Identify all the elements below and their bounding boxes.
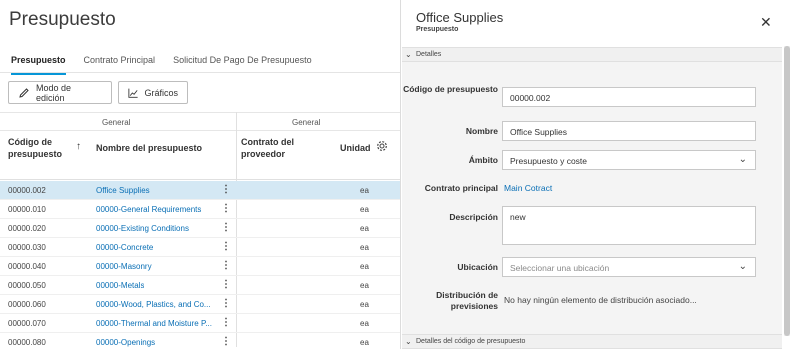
table-row[interactable]: 00000.002 Office Supplies ⋮ ea (0, 181, 400, 200)
budget-code-label: Código de presupuesto (403, 84, 498, 94)
panel-title: Office Supplies (416, 10, 504, 25)
chevron-down-icon: ⌄ (405, 50, 412, 59)
budget-name-link[interactable]: 00000-Concrete (96, 243, 153, 252)
unit-cell: ea (360, 243, 369, 252)
more-options-icon[interactable]: ⋮ (221, 241, 231, 252)
unit-cell: ea (360, 281, 369, 290)
table-row[interactable]: 00000.070 00000-Thermal and Moisture P...… (0, 314, 400, 333)
more-options-icon[interactable]: ⋮ (221, 317, 231, 328)
budget-code-cell: 00000.010 (8, 205, 46, 214)
main-contract-link[interactable]: Main Cotract (504, 183, 552, 193)
location-select[interactable]: Seleccionar una ubicación ⌄ (502, 257, 756, 277)
sort-ascending-icon[interactable]: ↑ (76, 141, 81, 152)
edit-mode-button[interactable]: Modo de edición (8, 81, 112, 104)
budget-name-link[interactable]: 00000-General Requirements (96, 205, 201, 214)
budget-name-link[interactable]: 00000-Existing Conditions (96, 224, 189, 233)
panel-subtitle: Presupuesto (416, 26, 459, 33)
line-chart-icon (128, 88, 138, 98)
group-label-general-right: General (292, 118, 321, 127)
more-options-icon[interactable]: ⋮ (221, 184, 231, 195)
charts-label: Gráficos (144, 87, 178, 98)
table-row[interactable]: 00000.030 00000-Concrete ⋮ ea (0, 238, 400, 257)
unit-cell: ea (360, 262, 369, 271)
header-budget-name[interactable]: Nombre del presupuesto (96, 142, 202, 154)
table-row[interactable]: 00000.060 00000-Wood, Plastics, and Co...… (0, 295, 400, 314)
table-row[interactable]: 00000.040 00000-Masonry ⋮ ea (0, 257, 400, 276)
budget-pane: Presupuesto Presupuesto Contrato Princip… (0, 0, 400, 349)
budget-code-field[interactable]: 00000.002 (502, 87, 756, 107)
more-options-icon[interactable]: ⋮ (221, 222, 231, 233)
pencil-icon (19, 87, 29, 98)
budget-name-link[interactable]: 00000-Masonry (96, 262, 152, 271)
section-code-details-label: Detalles del código de presupuesto (416, 338, 526, 345)
forecast-distribution-label: Distribución de previsiones (436, 290, 498, 311)
unit-cell: ea (360, 186, 369, 195)
location-label: Ubicación (457, 262, 498, 272)
section-details-label: Detalles (416, 51, 442, 58)
header-unit[interactable]: Unidad (340, 142, 371, 154)
location-placeholder: Seleccionar una ubicación (510, 263, 610, 273)
page-title: Presupuesto (9, 9, 116, 30)
chevron-down-icon: ⌄ (738, 154, 747, 165)
more-options-icon[interactable]: ⋮ (221, 336, 231, 347)
unit-cell: ea (360, 205, 369, 214)
budget-code-cell: 00000.050 (8, 281, 46, 290)
table-row[interactable]: 00000.050 00000-Metals ⋮ ea (0, 276, 400, 295)
more-options-icon[interactable]: ⋮ (221, 260, 231, 271)
section-details-header[interactable]: ⌄ Detalles (402, 47, 782, 62)
details-panel: Office Supplies Presupuesto ✕ ⌄ Detalles… (402, 0, 792, 349)
details-form: Código de presupuesto 00000.002 Nombre O… (402, 62, 782, 334)
charts-button[interactable]: Gráficos (118, 81, 188, 104)
chevron-down-icon: ⌄ (738, 261, 747, 272)
header-divider (0, 179, 400, 180)
pane-splitter[interactable] (400, 0, 401, 349)
edit-mode-label: Modo de edición (36, 82, 72, 103)
header-budget-code[interactable]: Código de presupuesto (8, 136, 68, 160)
budget-name-link[interactable]: 00000-Openings (96, 338, 155, 347)
scope-select[interactable]: Presupuesto y coste ⌄ (502, 150, 756, 170)
tabs-divider (0, 72, 400, 73)
budget-name-link[interactable]: 00000-Wood, Plastics, and Co... (96, 300, 211, 309)
close-icon[interactable]: ✕ (760, 14, 772, 31)
panel-scrollbar[interactable] (784, 46, 790, 336)
budget-code-cell: 00000.080 (8, 338, 46, 347)
more-options-icon[interactable]: ⋮ (221, 279, 231, 290)
budget-name-link[interactable]: 00000-Thermal and Moisture P... (96, 319, 212, 328)
budget-code-cell: 00000.020 (8, 224, 46, 233)
budget-code-cell: 00000.030 (8, 243, 46, 252)
budget-code-cell: 00000.040 (8, 262, 46, 271)
budget-code-cell: 00000.070 (8, 319, 46, 328)
group-header-row: General General (0, 112, 400, 131)
scope-select-value: Presupuesto y coste (510, 156, 588, 166)
group-label-general-left: General (102, 118, 131, 127)
main-contract-label: Contrato principal (424, 183, 498, 193)
name-field[interactable]: Office Supplies (502, 121, 756, 141)
unit-cell: ea (360, 319, 369, 328)
chevron-down-icon: ⌄ (405, 337, 412, 346)
scope-label: Ámbito (468, 155, 498, 165)
table-row[interactable]: 00000.020 00000-Existing Conditions ⋮ ea (0, 219, 400, 238)
budget-code-cell: 00000.060 (8, 300, 46, 309)
description-label: Descripción (449, 212, 498, 222)
table-row[interactable]: 00000.010 00000-General Requirements ⋮ ea (0, 200, 400, 219)
description-field[interactable]: new (502, 206, 756, 245)
budget-name-link[interactable]: 00000-Metals (96, 281, 144, 290)
more-options-icon[interactable]: ⋮ (221, 298, 231, 309)
more-options-icon[interactable]: ⋮ (221, 203, 231, 214)
scrollbar-thumb[interactable] (784, 46, 790, 336)
gear-icon[interactable] (376, 140, 388, 154)
forecast-distribution-value: No hay ningún elemento de distribución a… (504, 295, 697, 305)
unit-cell: ea (360, 224, 369, 233)
name-label: Nombre (465, 126, 498, 136)
header-vendor-contract[interactable]: Contrato del proveedor (241, 136, 311, 160)
budget-code-cell: 00000.002 (8, 186, 46, 195)
unit-cell: ea (360, 338, 369, 347)
unit-cell: ea (360, 300, 369, 309)
budget-name-link[interactable]: Office Supplies (96, 186, 150, 195)
table-row[interactable]: 00000.080 00000-Openings ⋮ ea (0, 333, 400, 349)
section-code-details-header[interactable]: ⌄ Detalles del código de presupuesto (402, 334, 782, 349)
